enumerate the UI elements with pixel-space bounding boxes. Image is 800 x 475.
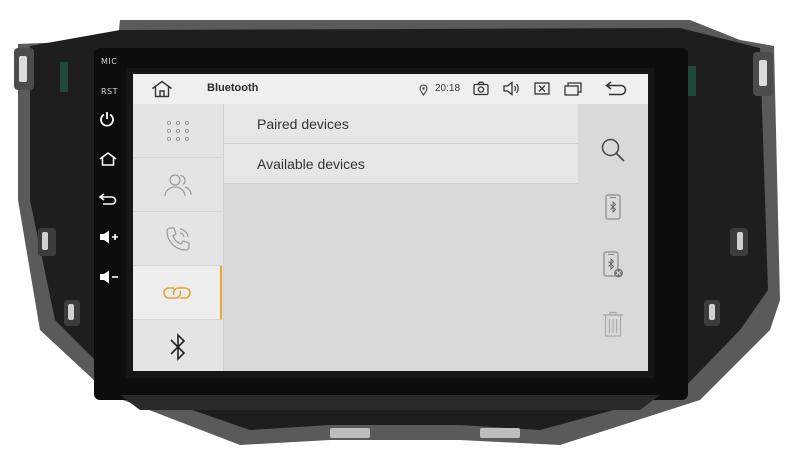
nav-pairing[interactable] (133, 266, 222, 320)
screen: Bluetooth 20:18 Paired devices Available… (133, 74, 648, 371)
power-icon (100, 112, 114, 127)
delete-button[interactable] (578, 304, 648, 344)
device-list-panel: Paired devices Available devices (224, 104, 578, 371)
available-devices-item[interactable]: Available devices (224, 144, 578, 184)
home-hardware-button[interactable] (99, 152, 123, 174)
home-icon (99, 152, 117, 166)
camera-button[interactable] (473, 81, 489, 101)
mic-label: MIC (101, 57, 118, 66)
close-app-button[interactable] (534, 81, 550, 101)
volume-up-button[interactable] (99, 230, 123, 252)
back-arrow-icon (605, 81, 627, 96)
camera-icon (473, 81, 489, 96)
call-log-icon (165, 226, 190, 251)
page-title: Bluetooth (207, 82, 259, 94)
windows-icon (564, 82, 582, 96)
disconnect-phone-button[interactable] (578, 245, 648, 285)
speaker-icon (503, 81, 519, 96)
volume-up-icon (100, 230, 118, 244)
phone-bluetooth-icon (605, 194, 621, 220)
available-devices-label: Available devices (257, 155, 365, 172)
location-pin-icon (419, 83, 428, 101)
home-button[interactable] (151, 80, 173, 98)
trash-icon (603, 311, 623, 337)
recent-apps-button[interactable] (564, 81, 582, 101)
bluetooth-nav (133, 104, 224, 371)
home-icon (152, 80, 172, 98)
volume-down-button[interactable] (99, 270, 123, 292)
dialpad-icon (166, 120, 189, 141)
phone-disconnect-icon (603, 251, 623, 278)
power-button[interactable] (99, 111, 123, 133)
contacts-icon (163, 173, 192, 196)
paired-devices-label: Paired devices (257, 115, 349, 132)
volume-button[interactable] (503, 81, 521, 101)
nav-dialpad[interactable] (133, 104, 222, 158)
search-button[interactable] (578, 130, 648, 170)
bluetooth-icon (169, 332, 185, 361)
connect-phone-button[interactable] (578, 187, 648, 227)
nav-bluetooth[interactable] (133, 320, 222, 371)
back-hardware-button[interactable] (99, 193, 123, 215)
search-icon (601, 138, 625, 162)
close-window-icon (534, 82, 550, 95)
action-bar (578, 104, 648, 371)
clock: 20:18 (435, 83, 461, 94)
pairing-link-icon (162, 286, 191, 299)
status-bar: Bluetooth 20:18 (133, 74, 648, 104)
back-button[interactable] (605, 81, 627, 101)
nav-contacts[interactable] (133, 158, 222, 212)
back-icon (99, 193, 117, 205)
rst-label: RST (101, 87, 119, 96)
paired-devices-item[interactable]: Paired devices (224, 104, 578, 144)
nav-call-log[interactable] (133, 212, 222, 266)
volume-down-icon (100, 270, 118, 284)
